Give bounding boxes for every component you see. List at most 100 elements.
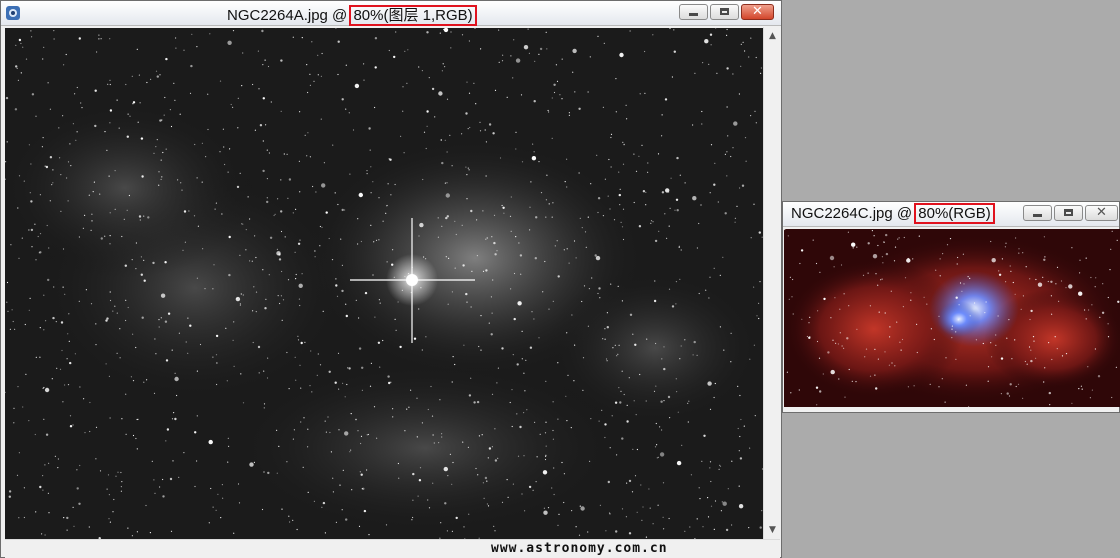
star: [255, 256, 257, 259]
titlebar[interactable]: NGC2264C.jpg @ 80%(RGB) ✕: [783, 202, 1119, 227]
star: [264, 307, 267, 310]
star: [638, 225, 642, 228]
star: [266, 200, 269, 204]
star: [96, 51, 98, 53]
star: [18, 257, 20, 259]
star: [18, 517, 20, 519]
star: [332, 491, 334, 493]
star: [1065, 287, 1067, 289]
image-canvas-grayscale[interactable]: [5, 28, 763, 539]
star: [539, 433, 541, 435]
scroll-down-icon[interactable]: ▼: [764, 525, 781, 535]
star: [1005, 281, 1007, 283]
star: [337, 73, 339, 76]
star: [156, 139, 158, 141]
star: [385, 212, 387, 214]
document-window-ngc2264a[interactable]: NGC2264A.jpg @ 80%(图层 1,RGB) ✕ ▲ ▼ www.a…: [0, 0, 782, 558]
star: [941, 378, 943, 380]
star: [753, 203, 755, 205]
star: [131, 75, 133, 77]
star: [523, 45, 529, 50]
star: [565, 395, 567, 397]
star: [748, 527, 750, 529]
star: [164, 96, 166, 99]
star: [739, 457, 743, 460]
minimize-button[interactable]: [1023, 205, 1052, 221]
minimize-button[interactable]: [679, 4, 708, 20]
star: [515, 58, 521, 63]
star: [704, 39, 709, 44]
star: [476, 400, 480, 404]
star: [719, 326, 722, 328]
star: [143, 259, 145, 261]
star: [1035, 357, 1037, 359]
star: [669, 417, 671, 419]
star: [512, 483, 514, 485]
star: [280, 179, 282, 181]
star: [295, 208, 297, 210]
star: [210, 487, 212, 490]
star: [292, 36, 294, 38]
star: [105, 363, 107, 365]
star: [939, 258, 941, 260]
star: [838, 378, 840, 380]
star: [1101, 311, 1105, 314]
star: [1078, 291, 1083, 296]
star: [426, 31, 429, 34]
star: [736, 205, 738, 207]
star: [109, 109, 113, 112]
star: [616, 454, 618, 456]
star: [39, 356, 41, 358]
star: [65, 53, 67, 56]
maximize-button[interactable]: [1054, 205, 1083, 221]
star: [1000, 357, 1004, 360]
star: [39, 233, 42, 235]
close-button[interactable]: ✕: [741, 4, 774, 20]
star: [406, 408, 408, 410]
star: [955, 331, 957, 333]
star: [245, 249, 247, 251]
star: [521, 161, 524, 163]
star: [641, 519, 643, 521]
star: [951, 328, 953, 330]
star: [299, 364, 301, 366]
star: [730, 155, 732, 158]
star: [62, 115, 64, 117]
star: [426, 125, 428, 127]
star: [851, 380, 853, 382]
star: [149, 532, 151, 534]
star: [727, 488, 729, 490]
star: [262, 169, 265, 173]
star: [652, 221, 654, 223]
image-canvas-color[interactable]: [784, 229, 1120, 407]
star: [709, 461, 712, 463]
star: [374, 37, 378, 40]
star: [946, 244, 949, 246]
star: [80, 102, 82, 104]
star: [446, 530, 448, 532]
star: [669, 207, 671, 209]
star: [347, 367, 349, 369]
star: [278, 445, 280, 447]
horizontal-scrollbar[interactable]: www.astronomy.com.cn: [5, 539, 780, 558]
star: [366, 434, 368, 436]
star: [112, 511, 114, 513]
star: [730, 361, 732, 363]
star: [104, 235, 106, 237]
titlebar[interactable]: NGC2264A.jpg @ 80%(图层 1,RGB) ✕: [1, 1, 781, 26]
star: [416, 436, 418, 438]
document-window-ngc2264c[interactable]: NGC2264C.jpg @ 80%(RGB) ✕: [782, 201, 1120, 413]
star: [121, 235, 123, 238]
star: [544, 260, 546, 263]
scroll-up-icon[interactable]: ▲: [764, 31, 781, 41]
maximize-button[interactable]: [710, 4, 739, 20]
star: [545, 380, 547, 382]
star: [534, 60, 536, 63]
close-button[interactable]: ✕: [1085, 205, 1118, 221]
star: [201, 181, 203, 183]
star: [615, 78, 617, 80]
vertical-scrollbar[interactable]: ▲ ▼: [763, 27, 781, 539]
star: [69, 143, 71, 145]
star: [419, 222, 424, 228]
star: [31, 246, 33, 248]
